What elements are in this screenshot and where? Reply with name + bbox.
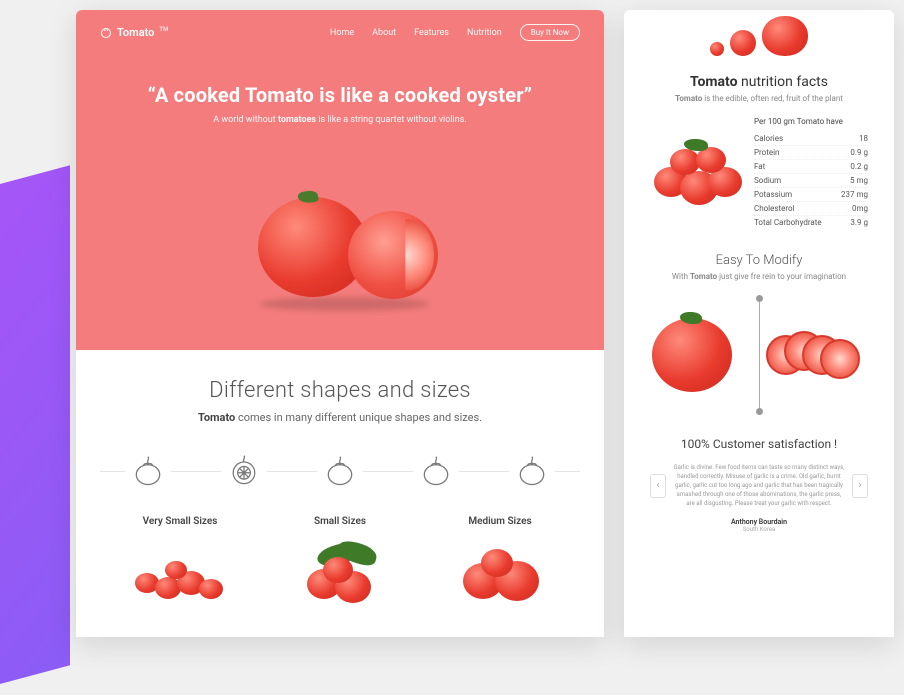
brand[interactable]: Tomato TM (100, 26, 168, 39)
hero-quote: “A cooked Tomato is like a cooked oyster… (100, 83, 580, 107)
tomato-slice-icon (221, 448, 267, 494)
size-medium: Medium Sizes (445, 516, 555, 609)
size-image (125, 539, 235, 609)
nutr-value: 0mg (852, 204, 868, 213)
nutr-value: 18 (859, 134, 868, 143)
modify-title: Easy To Modify (650, 253, 868, 268)
size-small: Small Sizes (285, 516, 395, 609)
prev-button[interactable]: ‹ (650, 474, 666, 498)
size-image (285, 539, 395, 609)
shape-icon-row (100, 448, 580, 494)
tomato-slices-icon (766, 325, 866, 385)
top-tomato-image (624, 10, 894, 60)
nutr-label: Potassium (754, 190, 792, 199)
nutrition-sub-bold: Tomato (675, 94, 702, 103)
landing-preview-right: Tomato nutrition facts Tomato is the edi… (624, 10, 894, 637)
hero-sub-suffix: is like a string quartet without violins… (316, 115, 467, 125)
landing-preview-left: Tomato TM Home About Features Nutrition … (76, 10, 604, 637)
size-label: Medium Sizes (468, 516, 531, 527)
table-row: Calories 18 (754, 132, 868, 146)
customer-title: 100% Customer satisfaction ! (650, 437, 868, 451)
hero-sub-prefix: A world without (213, 115, 278, 125)
tomato-outline-icon (509, 448, 555, 494)
modify-image (650, 295, 868, 415)
testimonial-author: Anthony Bourdain (650, 518, 868, 526)
nutr-value: 0.9 g (850, 148, 868, 157)
size-label: Small Sizes (314, 516, 366, 527)
shapes-sub-rest: comes in many different unique shapes an… (235, 411, 482, 424)
nutr-value: 237 mg (841, 190, 868, 199)
nav-about[interactable]: About (372, 28, 396, 38)
size-very-small: Very Small Sizes (125, 516, 235, 609)
table-row: Protein 0.9 g (754, 146, 868, 160)
nutrition-sub-rest: is the edible, often red, fruit of the p… (702, 94, 843, 103)
hero-section: Tomato TM Home About Features Nutrition … (76, 10, 604, 350)
nutrition-title-bold: Tomato (690, 74, 737, 90)
testimonial-text: Garlic is divine. Few food items can tas… (672, 463, 846, 508)
table-row: Total Carbohydrate 3.9 g (754, 216, 868, 229)
buy-button[interactable]: Buy It Now (520, 24, 580, 41)
nutr-label: Sodium (754, 176, 781, 185)
table-row: Sodium 5 mg (754, 174, 868, 188)
nutr-label: Fat (754, 162, 765, 171)
nutrition-title-rest: nutrition facts (738, 74, 828, 90)
nutrition-table: Per 100 gm Tomato have Calories 18 Protei… (754, 117, 868, 229)
nutr-label: Protein (754, 148, 779, 157)
table-row: Cholesterol 0mg (754, 202, 868, 216)
hero-subtitle: A world without tomatoes is like a strin… (100, 115, 580, 125)
divider-icon (759, 295, 760, 415)
shapes-sub-bold: Tomato (198, 411, 235, 424)
testimonial-author-sub: South Korea (650, 526, 868, 533)
nutr-label: Total Carbohydrate (754, 218, 822, 227)
next-button[interactable]: › (852, 474, 868, 498)
brand-tm: TM (159, 26, 168, 33)
nutr-value: 0.2 g (850, 162, 868, 171)
whole-tomato-icon (652, 318, 732, 392)
preview-canvas: Tomato TM Home About Features Nutrition … (0, 0, 904, 637)
nutr-label: Cholesterol (754, 204, 795, 213)
hero-image (100, 135, 580, 350)
table-row: Potassium 237 mg (754, 188, 868, 202)
nutrition-subtitle: Tomato is the edible, often red, fruit o… (650, 94, 868, 103)
tomato-outline-icon (125, 448, 171, 494)
nutr-label: Calories (754, 134, 783, 143)
shapes-subtitle: Tomato comes in many different unique sh… (100, 411, 580, 424)
nutrition-image (650, 133, 740, 213)
modify-sub-suffix: just give fre rein to your imagination (717, 272, 846, 281)
tomato-outline-icon (413, 448, 459, 494)
chevron-left-icon: ‹ (656, 480, 659, 491)
tomato-outline-icon (317, 448, 363, 494)
table-row: Fat 0.2 g (754, 160, 868, 174)
nutrition-title: Tomato nutrition facts (650, 74, 868, 90)
modify-sub-prefix: With (672, 272, 690, 281)
navbar: Tomato TM Home About Features Nutrition … (100, 24, 580, 41)
shapes-section: Different shapes and sizes Tomato comes … (76, 350, 604, 637)
testimonial-carousel: ‹ Garlic is divine. Few food items can t… (650, 463, 868, 508)
hero-sub-bold: tomatoes (278, 115, 316, 125)
nutr-value: 5 mg (850, 176, 868, 185)
nutrition-table-head: Per 100 gm Tomato have (754, 117, 868, 126)
nav-nutrition[interactable]: Nutrition (467, 28, 502, 38)
brand-icon (100, 27, 112, 39)
size-image (445, 539, 555, 609)
nav-features[interactable]: Features (414, 28, 449, 38)
modify-subtitle: With Tomato just give fre rein to your i… (650, 272, 868, 281)
nutr-value: 3.9 g (850, 218, 868, 227)
nav-home[interactable]: Home (330, 28, 354, 38)
brand-name: Tomato (117, 26, 154, 39)
size-label: Very Small Sizes (143, 516, 218, 527)
modify-sub-bold: Tomato (690, 272, 717, 281)
shapes-title: Different shapes and sizes (100, 378, 580, 403)
nutrition-block: Per 100 gm Tomato have Calories 18 Protei… (650, 117, 868, 229)
size-row: Very Small Sizes Small Sizes (100, 516, 580, 609)
chevron-right-icon: › (858, 480, 861, 491)
